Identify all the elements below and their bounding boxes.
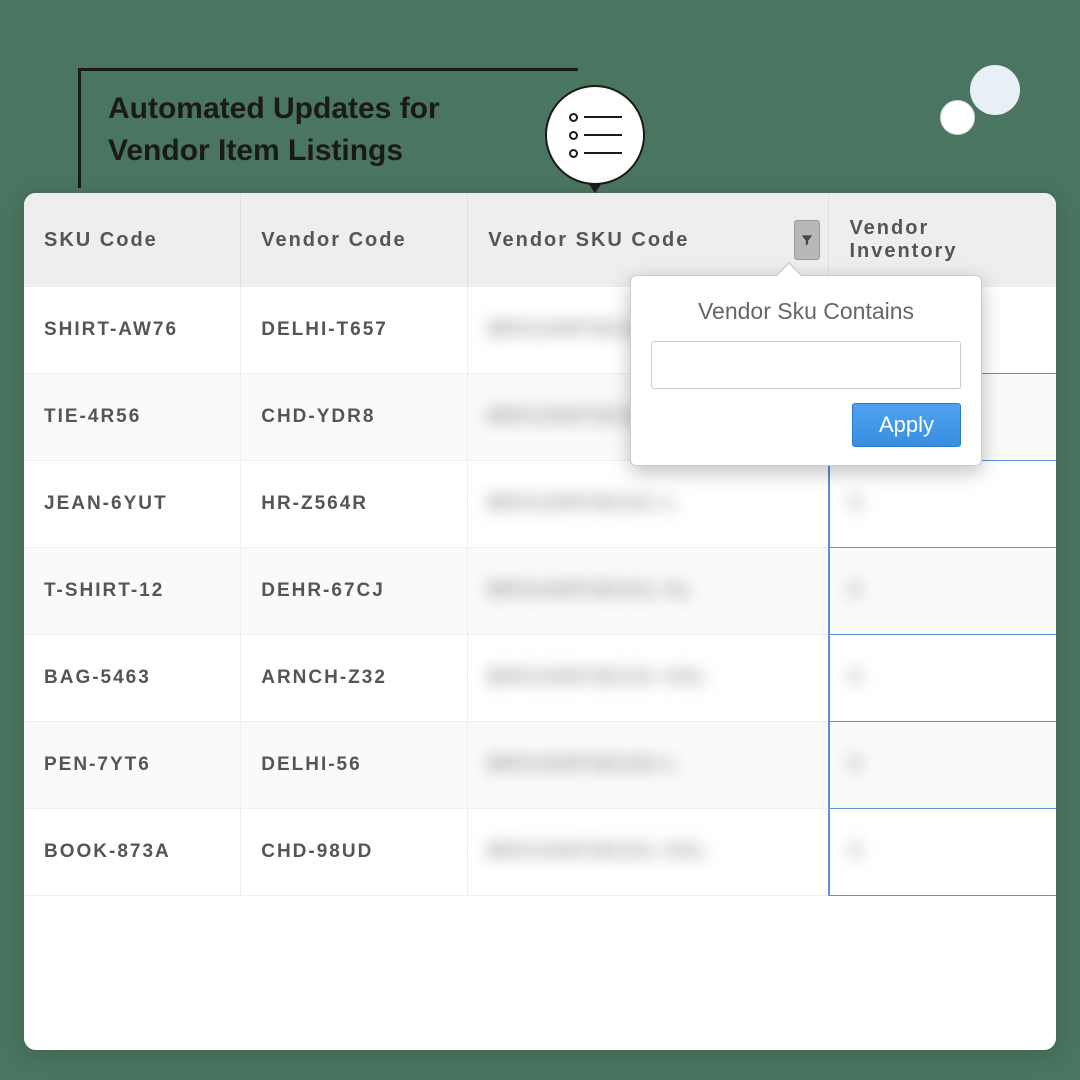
table-row[interactable]: JEAN-6YUTHR-Z564RBRX10HFSD101-L5	[24, 461, 1056, 548]
cell-inventory: 5	[829, 722, 1056, 809]
cell-sku: SHIRT-AW76	[24, 287, 241, 374]
header-vendor[interactable]: Vendor Code	[241, 193, 468, 287]
cell-inventory: 5	[829, 461, 1056, 548]
cell-sku: BAG-5463	[24, 635, 241, 722]
cell-vendor: DEHR-67CJ	[241, 548, 468, 635]
table-header-row: SKU Code Vendor Code Vendor SKU Code Ven…	[24, 193, 1056, 287]
popup-arrow	[777, 264, 801, 276]
cell-vendor-sku: BRX10HFSD101-XXL	[468, 809, 829, 896]
cell-vendor: DELHI-T657	[241, 287, 468, 374]
cell-inventory: 5	[829, 809, 1056, 896]
table-row[interactable]: BOOK-873ACHD-98UDBRX10HFSD101-XXL5	[24, 809, 1056, 896]
list-badge-icon	[545, 85, 645, 185]
cell-vendor: DELHI-56	[241, 722, 468, 809]
apply-button[interactable]: Apply	[852, 403, 961, 447]
table-row[interactable]: BAG-5463ARNCH-Z32BRX10HFSD101-XXL5	[24, 635, 1056, 722]
cell-vendor-sku: BRX10HFSD102-L	[468, 722, 829, 809]
cell-sku: T-SHIRT-12	[24, 548, 241, 635]
cell-vendor: CHD-98UD	[241, 809, 468, 896]
funnel-icon	[800, 233, 814, 247]
cell-vendor-sku: BRX10HFSD101-L	[468, 461, 829, 548]
cell-sku: PEN-7YT6	[24, 722, 241, 809]
cell-sku: BOOK-873A	[24, 809, 241, 896]
cell-sku: JEAN-6YUT	[24, 461, 241, 548]
header-sku[interactable]: SKU Code	[24, 193, 241, 287]
cell-vendor-sku: BRX10HFSD101-XL	[468, 548, 829, 635]
filter-button[interactable]	[794, 220, 820, 260]
header-vendor-sku[interactable]: Vendor SKU Code	[468, 193, 829, 287]
filter-input[interactable]	[651, 341, 961, 389]
cell-vendor: ARNCH-Z32	[241, 635, 468, 722]
filter-popup: Vendor Sku Contains Apply	[630, 275, 982, 466]
cell-sku: TIE-4R56	[24, 374, 241, 461]
cell-vendor-sku: BRX10HFSD101-XXL	[468, 635, 829, 722]
bubble-large	[970, 65, 1020, 115]
cell-inventory: 5	[829, 635, 1056, 722]
bubble-small	[940, 100, 975, 135]
table-row[interactable]: PEN-7YT6DELHI-56BRX10HFSD102-L5	[24, 722, 1056, 809]
cell-vendor: CHD-YDR8	[241, 374, 468, 461]
filter-label: Vendor Sku Contains	[651, 298, 961, 325]
table-row[interactable]: T-SHIRT-12DEHR-67CJBRX10HFSD101-XL5	[24, 548, 1056, 635]
cell-inventory: 5	[829, 548, 1056, 635]
header-vendor-sku-label: Vendor SKU Code	[488, 229, 689, 251]
page-title: Automated Updates for Vendor Item Listin…	[108, 88, 538, 172]
header-inventory[interactable]: Vendor Inventory	[829, 193, 1056, 287]
cell-vendor: HR-Z564R	[241, 461, 468, 548]
